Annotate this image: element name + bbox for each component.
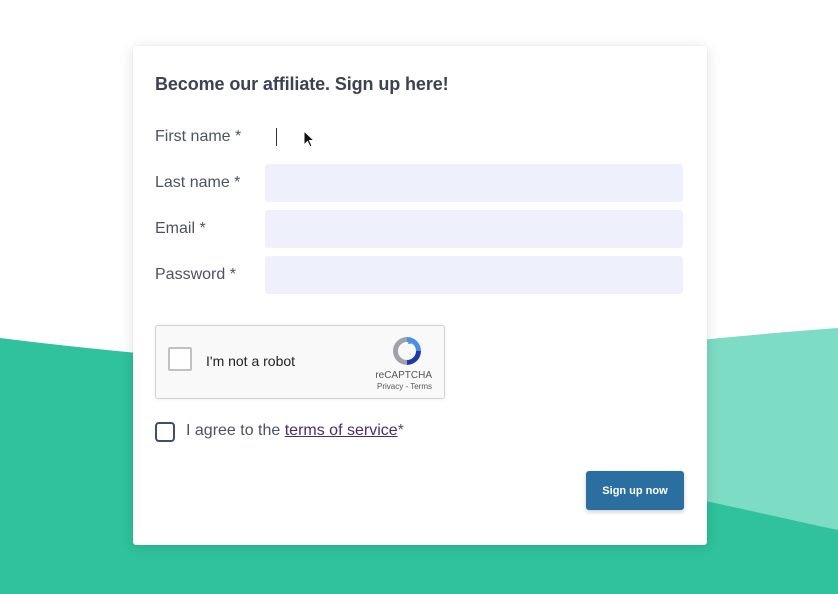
recaptcha-brand: reCAPTCHA — [375, 370, 432, 381]
signup-card: Become our affiliate. Sign up here! Firs… — [133, 46, 707, 545]
recaptcha-logo-icon — [393, 337, 421, 365]
terms-of-service-link[interactable]: terms of service — [285, 422, 398, 439]
recaptcha-label: I'm not a robot — [206, 353, 296, 369]
recaptcha-widget: I'm not a robot reCAPTCHA Privacy - Term… — [155, 325, 445, 399]
email-label: Email * — [155, 220, 206, 237]
last-name-field[interactable] — [265, 164, 683, 202]
password-label: Password * — [155, 266, 236, 283]
terms-checkbox[interactable] — [155, 422, 175, 442]
recaptcha-links[interactable]: Privacy - Terms — [377, 382, 432, 391]
terms-prefix: I agree to the — [186, 422, 285, 439]
text-caret — [276, 128, 277, 146]
first-name-label: First name * — [155, 128, 242, 145]
terms-required-mark: * — [397, 422, 404, 439]
sign-up-button[interactable]: Sign up now — [586, 471, 684, 510]
form-title: Become our affiliate. Sign up here! — [155, 74, 449, 94]
mouse-cursor-icon — [303, 130, 316, 148]
first-name-field[interactable] — [265, 118, 683, 156]
terms-label: I agree to the terms of service* — [186, 422, 404, 440]
email-field[interactable] — [265, 210, 683, 248]
last-name-label: Last name * — [155, 174, 241, 191]
password-field[interactable] — [265, 256, 683, 294]
recaptcha-checkbox[interactable] — [168, 347, 192, 371]
